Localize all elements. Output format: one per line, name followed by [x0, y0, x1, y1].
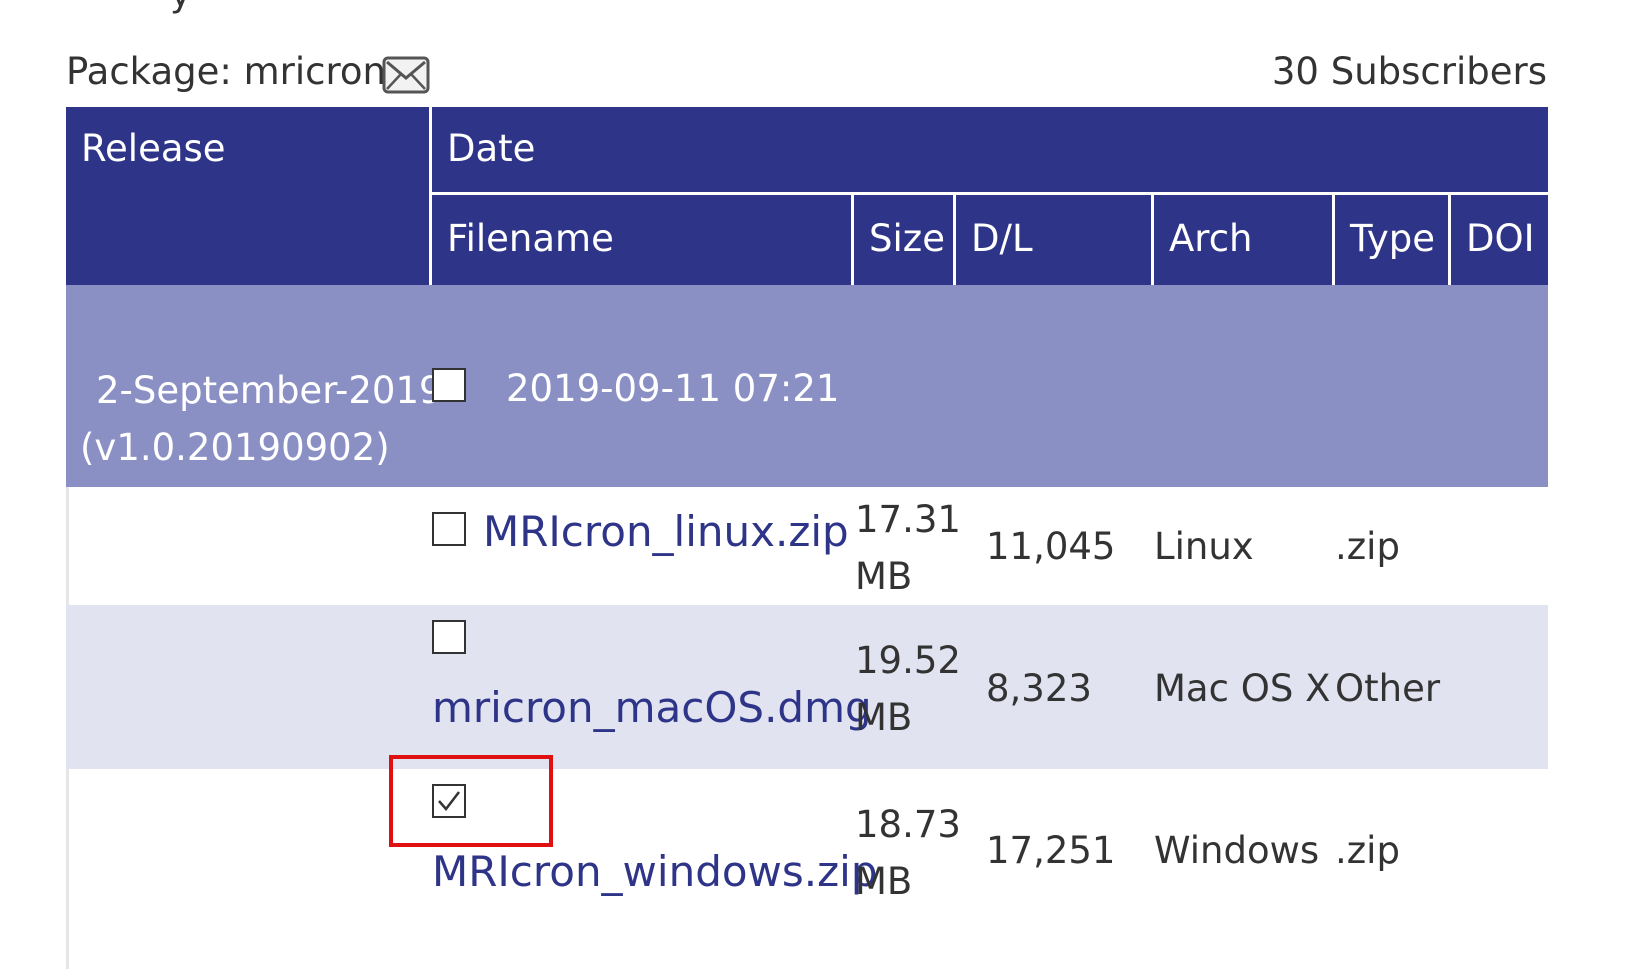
header-date[interactable]: Date — [447, 127, 535, 170]
header-dl[interactable]: D/L — [971, 217, 1033, 260]
release-name: 2-September-2019 (v1.0.20190902) — [80, 362, 443, 476]
header-release[interactable]: Release — [81, 127, 226, 170]
file-size-value: 18.73 — [855, 803, 961, 846]
header-divider — [432, 192, 1548, 195]
file-size-unit: MB — [855, 696, 913, 739]
header-divider — [851, 195, 854, 285]
header-filename[interactable]: Filename — [447, 217, 614, 260]
release-checkbox[interactable] — [432, 368, 466, 402]
release-name-line1: 2-September-2019 — [96, 369, 443, 412]
header-divider — [953, 195, 956, 285]
file-link[interactable]: MRIcron_linux.zip — [483, 507, 849, 556]
header-size[interactable]: Size — [869, 217, 945, 260]
table-header — [66, 107, 1548, 285]
file-checkbox[interactable] — [432, 620, 466, 654]
file-type: .zip — [1335, 525, 1400, 568]
header-divider — [1448, 195, 1451, 285]
release-name-line2: (v1.0.20190902) — [80, 426, 390, 469]
package-title: Package: mricron — [66, 50, 386, 93]
file-downloads: 8,323 — [986, 667, 1092, 710]
file-downloads: 17,251 — [986, 829, 1116, 872]
file-link[interactable]: MRIcron_windows.zip — [432, 847, 878, 896]
file-type: .zip — [1335, 829, 1400, 872]
file-arch: Linux — [1154, 525, 1254, 568]
file-arch: Windows — [1154, 829, 1320, 872]
file-size-value: 17.31 — [855, 498, 961, 541]
file-row: mricron_macOS.dmg 19.52 MB 8,323 Mac OS … — [66, 605, 1548, 769]
header-doi[interactable]: DOI — [1466, 217, 1535, 260]
selection-highlight-box — [389, 755, 553, 847]
file-size: 18.73 MB — [855, 796, 961, 910]
file-row: MRIcron_linux.zip 17.31 MB 11,045 Linux … — [66, 487, 1548, 605]
header-divider — [429, 107, 432, 285]
file-arch: Mac OS X — [1154, 667, 1331, 710]
envelope-icon[interactable] — [382, 56, 430, 94]
file-link[interactable]: mricron_macOS.dmg — [432, 683, 872, 732]
release-date: 2019-09-11 07:21 — [506, 367, 840, 410]
header-divider — [1332, 195, 1335, 285]
file-downloads: 11,045 — [986, 525, 1116, 568]
file-row: MRIcron_windows.zip 18.73 MB 17,251 Wind… — [66, 769, 1548, 969]
file-size: 19.52 MB — [855, 632, 961, 746]
header-divider — [1151, 195, 1154, 285]
file-size-value: 19.52 — [855, 639, 961, 682]
release-row: 2-September-2019 (v1.0.20190902) 2019-09… — [66, 285, 1548, 487]
file-size: 17.31 MB — [855, 491, 961, 605]
file-size-unit: MB — [855, 860, 913, 903]
file-checkbox[interactable] — [432, 512, 466, 546]
cropped-heading-fragment: y — [170, 0, 191, 15]
release-table: Release Date Filename Size D/L Arch Type… — [66, 107, 1548, 969]
subscriber-count[interactable]: 30 Subscribers — [1272, 50, 1547, 93]
file-type: Other — [1335, 667, 1441, 710]
header-type[interactable]: Type — [1350, 217, 1435, 260]
header-arch[interactable]: Arch — [1169, 217, 1253, 260]
file-size-unit: MB — [855, 555, 913, 598]
